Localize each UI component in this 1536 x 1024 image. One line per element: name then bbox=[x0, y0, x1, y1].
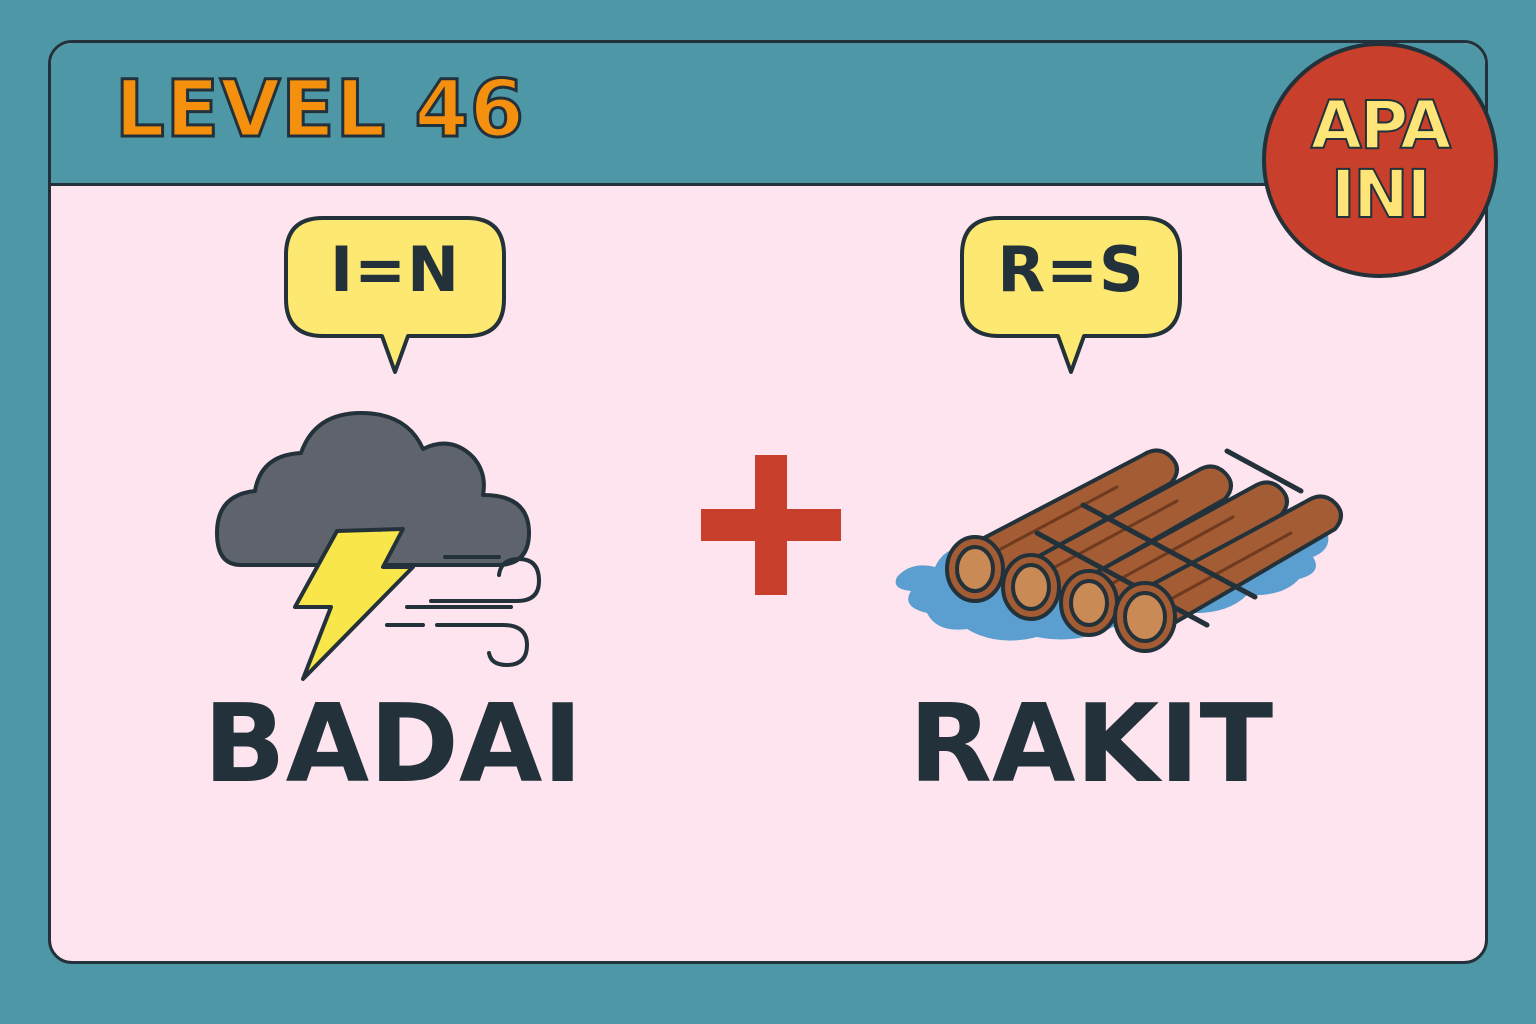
hint-text-1: I=N bbox=[330, 233, 460, 306]
badge-line-1: APA bbox=[1310, 86, 1452, 164]
storm-cloud-icon bbox=[215, 411, 542, 681]
clue-word-2: RAKIT bbox=[908, 682, 1274, 807]
log-raft-icon bbox=[895, 448, 1343, 653]
hint-bubble-1: I=N bbox=[283, 215, 507, 374]
level-title: LEVEL 46 bbox=[113, 65, 526, 155]
game-screen: LEVEL 46 I=N R=S BADAI RAKIT APA INI bbox=[0, 0, 1536, 1024]
clue-word-1: BADAI bbox=[203, 682, 583, 807]
badge-line-2: INI bbox=[1330, 156, 1432, 233]
hint-bubble-2: R=S bbox=[959, 215, 1183, 374]
plus-icon bbox=[701, 455, 841, 595]
plus-horizontal-bar bbox=[701, 509, 841, 541]
apa-ini-badge: APA INI bbox=[1262, 42, 1498, 278]
hint-text-2: R=S bbox=[997, 233, 1145, 306]
